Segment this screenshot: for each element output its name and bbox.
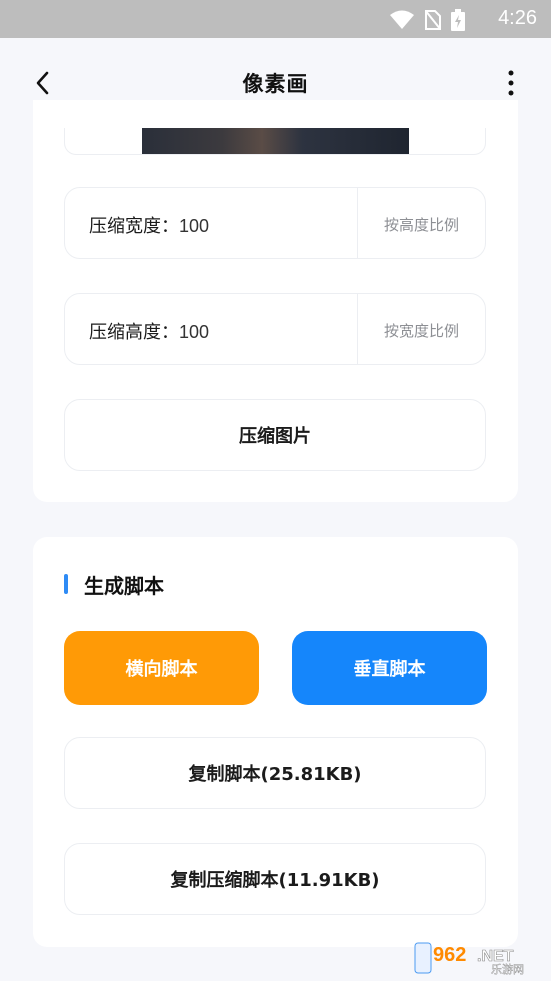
compress-width-field[interactable]: 压缩宽度：100	[89, 212, 209, 238]
status-time: 4:26	[498, 7, 537, 29]
copy-compressed-script-button[interactable]: 复制压缩脚本(11.91KB)	[64, 843, 486, 915]
wifi-icon	[390, 10, 414, 29]
section-title: 生成脚本	[84, 573, 164, 598]
section-accent-bar	[64, 574, 68, 594]
status-icons	[389, 9, 465, 31]
page-title: 像素画	[242, 72, 309, 96]
vertical-script-button[interactable]: 垂直脚本	[292, 631, 487, 705]
horizontal-script-button[interactable]: 横向脚本	[64, 631, 259, 705]
copy-script-button[interactable]: 复制脚本(25.81KB)	[64, 737, 486, 809]
status-bar: 4:26	[0, 0, 551, 38]
battery-charging-icon	[451, 9, 465, 31]
watermark-logo: 962 .NET 乐游网	[413, 939, 543, 976]
copy-compressed-script-label: 复制压缩脚本(11.91KB)	[170, 870, 380, 891]
compress-width-label: 压缩宽度：	[89, 216, 179, 237]
compress-image-button[interactable]: 压缩图片	[64, 399, 486, 471]
scale-by-width-toggle[interactable]: 按宽度比例	[358, 320, 485, 341]
no-sim-icon	[425, 10, 441, 30]
compress-height-row[interactable]: 压缩高度：100 按宽度比例	[64, 293, 486, 365]
more-button[interactable]	[505, 68, 517, 98]
image-preview	[142, 128, 409, 154]
watermark-number: 962	[433, 944, 466, 966]
compress-width-value: 100	[179, 216, 210, 236]
section-header: 生成脚本	[64, 572, 164, 598]
scale-by-height-toggle[interactable]: 按高度比例	[358, 214, 485, 235]
compress-width-row[interactable]: 压缩宽度：100 按高度比例	[64, 187, 486, 259]
copy-script-label: 复制脚本(25.81KB)	[188, 764, 362, 785]
watermark-subtitle: 乐游网	[491, 963, 524, 975]
compress-height-field[interactable]: 压缩高度：100	[89, 318, 209, 344]
compress-height-value: 100	[179, 322, 210, 342]
more-vertical-icon	[508, 70, 514, 96]
compress-height-label: 压缩高度：	[89, 322, 179, 343]
